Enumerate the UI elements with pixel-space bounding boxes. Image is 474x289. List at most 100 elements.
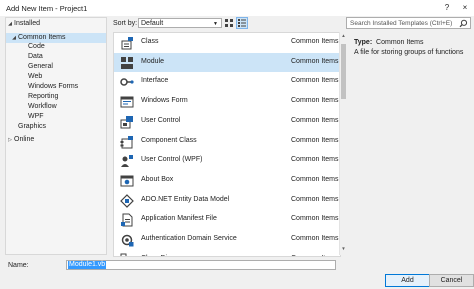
template-category: Common Items <box>291 195 339 203</box>
tree-item-wpf[interactable]: WPF <box>6 112 44 122</box>
tree-item-graphics[interactable]: Graphics <box>6 122 46 132</box>
template-category: Common Items <box>291 77 339 85</box>
expand-arrow-icon[interactable]: ▷ <box>6 135 14 145</box>
manifest-file-icon <box>121 213 133 227</box>
cancel-button[interactable]: Cancel <box>429 274 474 287</box>
tree-item-label: Graphics <box>18 123 47 130</box>
template-row[interactable]: Component Class Common Items <box>114 132 340 151</box>
sort-dropdown[interactable]: Default ▼ <box>138 18 222 28</box>
chevron-down-icon: ▼ <box>213 21 218 27</box>
close-button[interactable]: × <box>458 2 472 14</box>
template-row[interactable]: Module Common Items <box>114 52 340 72</box>
windows-form-icon <box>120 96 134 108</box>
domain-service-icon <box>121 234 134 247</box>
about-box-icon <box>120 175 134 187</box>
tree-item-code[interactable]: Code <box>6 42 45 52</box>
tree-item-label: WPF <box>28 113 44 120</box>
list-view-button[interactable] <box>236 17 248 29</box>
help-button[interactable]: ? <box>440 2 454 14</box>
template-name: Module <box>141 57 164 65</box>
search-icon[interactable] <box>459 19 468 28</box>
tree-item-online[interactable]: ▷ Online <box>6 135 34 145</box>
tree-item-label: Installed <box>14 20 41 27</box>
tree-item-windows-forms[interactable]: Windows Forms <box>6 82 78 92</box>
name-input[interactable]: Module1.vb <box>66 260 336 270</box>
template-category: Common Items <box>291 215 339 223</box>
template-list: Class Common Items Module Common Items Inter… <box>113 32 341 257</box>
template-name: Class <box>141 38 159 45</box>
tree-item-label: Data <box>28 53 43 60</box>
template-row[interactable]: Windows Form Common Items <box>114 92 340 111</box>
name-input-value: Module1.vb <box>68 261 107 269</box>
template-row[interactable]: Class Common Items <box>114 33 340 52</box>
tree-item-label: Online <box>14 136 35 143</box>
template-name: ADO.NET Entity Data Model <box>141 195 230 203</box>
template-name: Class Diagram <box>141 255 187 256</box>
title-bar: Add New Item - Project1 ? × <box>0 0 474 16</box>
scroll-thumb[interactable] <box>341 44 346 99</box>
template-row[interactable]: User Control (WPF) Common Items <box>114 151 340 170</box>
tree-item-general[interactable]: General <box>6 62 53 72</box>
search-box[interactable]: Search Installed Templates (Ctrl+E) <box>346 17 471 29</box>
scroll-down-icon[interactable]: ▼ <box>340 246 347 254</box>
tree-item-web[interactable]: Web <box>6 72 42 82</box>
template-name: About Box <box>141 175 174 183</box>
template-name: Windows Form <box>141 97 188 105</box>
category-tree: ◢ Installed ◢ Common Items Code Data General We… <box>5 17 107 255</box>
template-row[interactable]: About Box Common Items <box>114 171 340 190</box>
window-title: Add New Item - Project1 <box>6 4 88 13</box>
add-button[interactable]: Add <box>385 274 430 287</box>
tree-item-label: Common Items <box>18 34 66 41</box>
tree-item-label: General <box>28 63 53 70</box>
type-value: Common Items <box>376 39 424 46</box>
list-view-icon <box>238 19 246 27</box>
entity-data-model-icon <box>120 193 134 208</box>
name-label: Name: <box>8 262 29 269</box>
template-category: Common Items <box>291 97 339 105</box>
user-control-icon <box>120 115 133 129</box>
search-placeholder: Search Installed Templates (Ctrl+E) <box>350 20 453 27</box>
tree-item-label: Reporting <box>28 93 59 100</box>
tree-item-reporting[interactable]: Reporting <box>6 92 58 102</box>
template-name: Interface <box>141 77 169 85</box>
template-name: Component Class <box>141 136 197 144</box>
tree-item-workflow[interactable]: Workflow <box>6 102 57 112</box>
small-icons-view-button[interactable] <box>224 18 234 28</box>
template-name: User Control <box>141 116 181 124</box>
template-row[interactable]: Authentication Domain Service Common Item… <box>114 230 340 249</box>
tree-item-installed[interactable]: ◢ Installed <box>6 19 40 29</box>
tree-item-data[interactable]: Data <box>6 52 43 62</box>
template-row[interactable]: Class Diagram Common Items <box>114 250 340 256</box>
collapse-arrow-icon[interactable]: ◢ <box>6 19 14 29</box>
template-category: Common Items <box>291 38 339 45</box>
item-description: A file for storing groups of functions <box>354 49 464 56</box>
tree-item-label: Workflow <box>28 103 57 110</box>
template-name: User Control (WPF) <box>141 156 203 164</box>
template-row[interactable]: Interface Common Items <box>114 72 340 91</box>
template-category: Common Items <box>291 235 339 242</box>
class-diagram-icon <box>120 253 127 256</box>
scroll-up-icon[interactable]: ▲ <box>340 33 347 41</box>
sort-value: Default <box>141 20 164 27</box>
template-category: Common Items <box>291 136 339 144</box>
tree-item-label: Web <box>28 73 43 80</box>
template-name: Application Manifest File <box>141 215 217 223</box>
template-row[interactable]: ADO.NET Entity Data Model Common Items <box>114 191 340 210</box>
template-row[interactable]: User Control Common Items <box>114 112 340 131</box>
template-category: Common Items <box>291 255 338 256</box>
item-type: Type: Common Items <box>354 39 424 46</box>
class-icon <box>121 37 133 50</box>
detail-pane: Type: Common Items A file for storing gr… <box>348 32 472 255</box>
sort-label: Sort by: <box>113 20 138 27</box>
component-class-icon <box>120 135 133 148</box>
tree-item-label: Windows Forms <box>28 83 79 90</box>
template-category: Common Items <box>291 57 339 65</box>
template-row[interactable]: Application Manifest File Common Items <box>114 210 340 229</box>
template-name: Authentication Domain Service <box>141 235 237 242</box>
template-category: Common Items <box>291 116 339 124</box>
template-category: Common Items <box>291 175 339 183</box>
module-icon <box>121 56 133 69</box>
user-control-wpf-icon <box>121 155 133 168</box>
grid-view-icon <box>225 19 233 27</box>
vertical-scrollbar[interactable]: ▲ ▼ <box>339 32 347 255</box>
